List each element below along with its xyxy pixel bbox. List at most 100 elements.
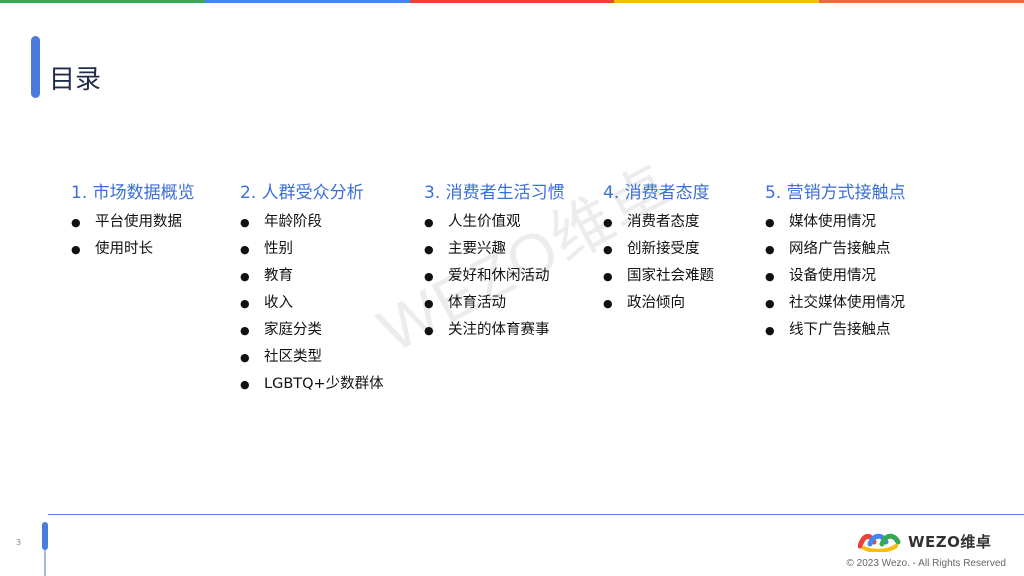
bullet-dot-icon: ●: [765, 216, 775, 229]
list-item: ● 使用时长: [71, 236, 195, 263]
bullet-dot-icon: ●: [765, 243, 775, 256]
bullet-dot-icon: ●: [240, 243, 250, 256]
list-item: ● 政治倾向: [603, 290, 714, 317]
section-5: 5. 营销方式接触点 ● 媒体使用情况 ● 网络广告接触点 ● 设备使用情况 ● 社交媒…: [765, 181, 906, 344]
top-bar-orange: [819, 0, 1024, 3]
list-item-label: 消费者态度: [627, 214, 700, 230]
list-item: ● LGBTQ+少数群体: [240, 371, 384, 398]
list-item-label: 线下广告接触点: [789, 322, 891, 338]
bullet-dot-icon: ●: [424, 270, 434, 283]
section-heading: 1. 市场数据概览: [71, 183, 195, 203]
list-item-label: 体育活动: [448, 295, 506, 311]
section-heading: 4. 消费者态度: [603, 183, 710, 203]
list-item: ● 家庭分类: [240, 317, 384, 344]
bullet-dot-icon: ●: [240, 324, 250, 337]
logo-text: WEZO维卓: [908, 532, 992, 551]
footer-divider: [48, 514, 1024, 515]
top-bar-green: [0, 0, 205, 3]
section-list: ● 人生价值观 ● 主要兴趣 ● 爱好和休闲活动 ● 体育活动 ● 关注的体育赛事: [424, 209, 565, 344]
list-item-label: 家庭分类: [264, 322, 322, 338]
bullet-dot-icon: ●: [765, 297, 775, 310]
list-item: ● 体育活动: [424, 290, 565, 317]
bullet-dot-icon: ●: [603, 243, 613, 256]
bullet-dot-icon: ●: [240, 216, 250, 229]
bullet-dot-icon: ●: [71, 243, 81, 256]
top-bar-blue: [204, 0, 410, 3]
list-item-label: 社交媒体使用情况: [789, 295, 905, 311]
section-4: 4. 消费者态度 ● 消费者态度 ● 创新接受度 ● 国家社会难题 ● 政治倾向: [603, 181, 714, 317]
section-1: 1. 市场数据概览 ● 平台使用数据 ● 使用时长: [71, 181, 195, 263]
section-heading: 3. 消费者生活习惯: [424, 183, 565, 203]
list-item: ● 网络广告接触点: [765, 236, 906, 263]
list-item: ● 媒体使用情况: [765, 209, 906, 236]
list-item: ● 人生价值观: [424, 209, 565, 236]
bullet-dot-icon: ●: [240, 378, 250, 391]
bullet-dot-icon: ●: [765, 324, 775, 337]
brand-logo: WEZO维卓: [858, 527, 991, 555]
section-list: ● 平台使用数据 ● 使用时长: [71, 209, 195, 263]
section-heading: 5. 营销方式接触点: [765, 183, 906, 203]
top-bar-yellow: [614, 0, 820, 3]
list-item-label: 媒体使用情况: [789, 214, 876, 230]
list-item-label: 国家社会难题: [627, 268, 714, 284]
list-item-label: 爱好和休闲活动: [448, 268, 550, 284]
list-item-label: 创新接受度: [627, 241, 700, 257]
list-item: ● 性别: [240, 236, 384, 263]
list-item: ● 线下广告接触点: [765, 317, 906, 344]
bullet-dot-icon: ●: [424, 324, 434, 337]
bullet-dot-icon: ●: [603, 270, 613, 283]
section-2: 2. 人群受众分析 ● 年龄阶段 ● 性别 ● 教育 ● 收入 ● 家庭分类 ● 社区类型 …: [240, 181, 384, 398]
bullet-dot-icon: ●: [765, 270, 775, 283]
list-item-label: 政治倾向: [627, 295, 685, 311]
list-item: ● 国家社会难题: [603, 263, 714, 290]
section-list: ● 消费者态度 ● 创新接受度 ● 国家社会难题 ● 政治倾向: [603, 209, 714, 317]
bullet-dot-icon: ●: [240, 351, 250, 364]
list-item: ● 收入: [240, 290, 384, 317]
list-item: ● 设备使用情况: [765, 263, 906, 290]
list-item: ● 平台使用数据: [71, 209, 195, 236]
copyright-text: © 2023 Wezo. - All Rights Reserved: [846, 558, 1006, 569]
list-item: ● 创新接受度: [603, 236, 714, 263]
title-accent-bar: [31, 36, 40, 98]
list-item: ● 社交媒体使用情况: [765, 290, 906, 317]
list-item-label: 关注的体育赛事: [448, 322, 550, 338]
footer-accent-bar: [42, 522, 48, 550]
section-list: ● 媒体使用情况 ● 网络广告接触点 ● 设备使用情况 ● 社交媒体使用情况 ● 线下广告…: [765, 209, 906, 344]
list-item: ● 主要兴趣: [424, 236, 565, 263]
top-color-bar: [0, 0, 1024, 3]
bullet-dot-icon: ●: [240, 270, 250, 283]
bullet-dot-icon: ●: [240, 297, 250, 310]
bullet-dot-icon: ●: [71, 216, 81, 229]
list-item-label: 使用时长: [95, 241, 153, 257]
list-item: ● 爱好和休闲活动: [424, 263, 565, 290]
list-item: ● 社区类型: [240, 344, 384, 371]
list-item-label: 年龄阶段: [264, 214, 322, 230]
list-item-label: 教育: [264, 268, 293, 284]
list-item-label: 主要兴趣: [448, 241, 506, 257]
list-item-label: 平台使用数据: [95, 214, 182, 230]
list-item: ● 年龄阶段: [240, 209, 384, 236]
section-heading: 2. 人群受众分析: [240, 183, 364, 203]
list-item: ● 关注的体育赛事: [424, 317, 565, 344]
list-item-label: 网络广告接触点: [789, 241, 891, 257]
bullet-dot-icon: ●: [424, 243, 434, 256]
section-list: ● 年龄阶段 ● 性别 ● 教育 ● 收入 ● 家庭分类 ● 社区类型 ● LGBTQ+少数群…: [240, 209, 384, 398]
top-bar-red: [409, 0, 615, 3]
bullet-dot-icon: ●: [603, 297, 613, 310]
list-item: ● 教育: [240, 263, 384, 290]
list-item-label: 性别: [264, 241, 293, 257]
section-3: 3. 消费者生活习惯 ● 人生价值观 ● 主要兴趣 ● 爱好和休闲活动 ● 体育活动 ●…: [424, 181, 565, 344]
bullet-dot-icon: ●: [424, 216, 434, 229]
bullet-dot-icon: ●: [603, 216, 613, 229]
page-title: 目录: [49, 65, 102, 95]
page-number: 3: [16, 538, 22, 547]
wezo-logo-icon: [858, 533, 901, 552]
list-item-label: LGBTQ+少数群体: [264, 376, 384, 392]
bullet-dot-icon: ●: [424, 297, 434, 310]
list-item-label: 社区类型: [264, 349, 322, 365]
list-item-label: 收入: [264, 295, 293, 311]
list-item-label: 设备使用情况: [789, 268, 876, 284]
footer-accent-stem: [44, 550, 46, 576]
list-item-label: 人生价值观: [448, 214, 521, 230]
list-item: ● 消费者态度: [603, 209, 714, 236]
